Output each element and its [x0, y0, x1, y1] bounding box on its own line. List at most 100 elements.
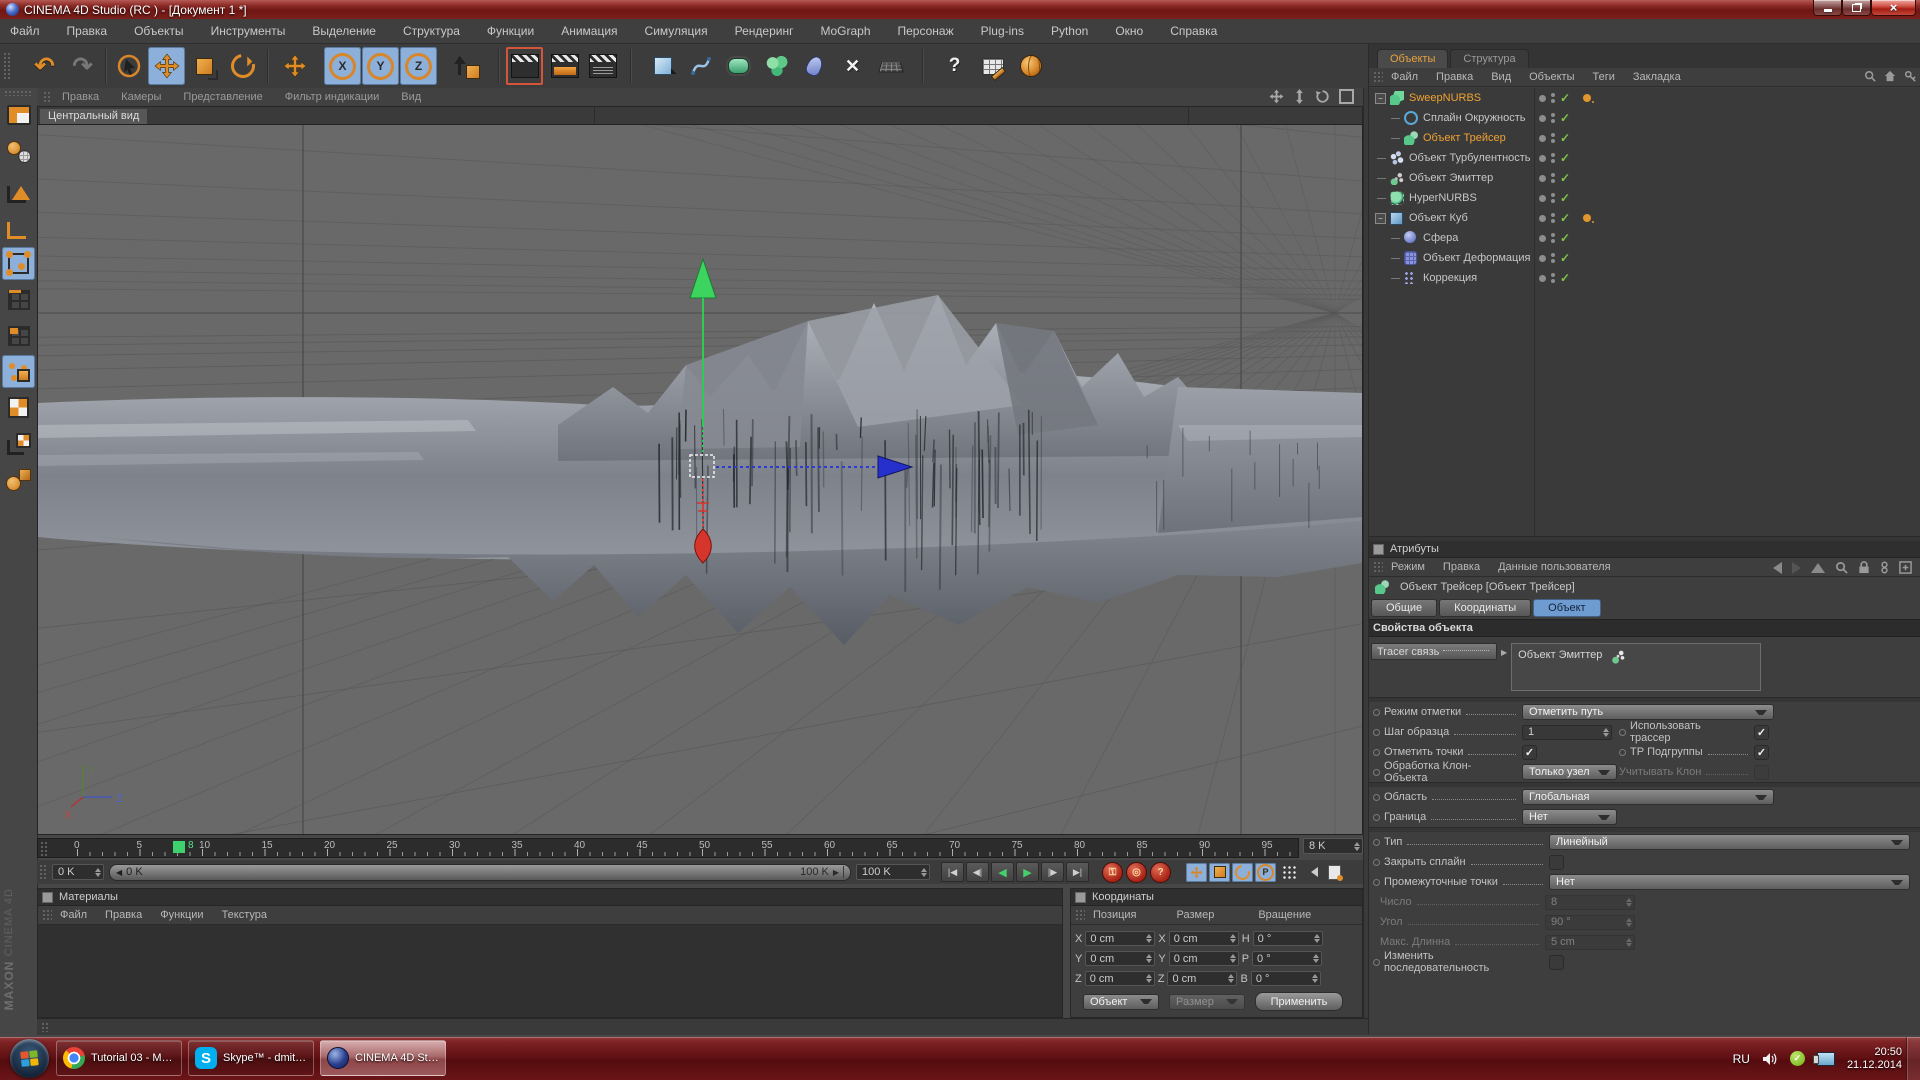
om-menu-tags[interactable]: Теги [1593, 71, 1615, 83]
layer-dot[interactable] [1539, 215, 1546, 222]
keying-settings-button[interactable] [1324, 863, 1345, 882]
tree-item-turbulence[interactable]: Объект Турбулентность ✓ [1369, 148, 1920, 168]
consider-clone-checkbox[interactable] [1754, 765, 1769, 780]
enabled-check[interactable]: ✓ [1560, 251, 1570, 265]
menu-edit[interactable]: Правка [67, 24, 108, 38]
menu-file[interactable]: Файл [10, 24, 40, 38]
reverse-sequence-checkbox[interactable] [1549, 955, 1564, 970]
language-indicator[interactable]: RU [1733, 1052, 1750, 1066]
taskbar-app-skype[interactable]: S Skype™ - dmitriy.... [188, 1040, 314, 1076]
volume-icon[interactable] [1762, 1052, 1778, 1066]
goto-end-button[interactable]: ▶| [1066, 862, 1089, 882]
visibility-toggles[interactable] [1551, 113, 1555, 123]
menu-structure[interactable]: Структура [403, 24, 460, 38]
menu-render[interactable]: Рендеринг [735, 24, 794, 38]
max-length-spinner[interactable]: 5 cm [1545, 935, 1635, 950]
live-selection-button[interactable] [110, 47, 147, 85]
materials-list-area[interactable] [38, 925, 1062, 1017]
sample-step-spinner[interactable]: 1 [1522, 725, 1612, 740]
taskbar-clock[interactable]: 20:50 21.12.2014 [1847, 1046, 1902, 1072]
menu-character[interactable]: Персонаж [898, 24, 954, 38]
add-floor-button[interactable] [872, 47, 909, 85]
tab-object[interactable]: Объект [1533, 599, 1600, 617]
tree-item-sweepnurbs[interactable]: − SweepNURBS ✓ [1369, 88, 1920, 108]
model-mode-button[interactable] [2, 175, 35, 208]
tp-subgroups-checkbox[interactable]: ✓ [1754, 745, 1769, 760]
current-frame-spinner[interactable]: 0 K [52, 864, 104, 880]
visibility-toggles[interactable] [1551, 173, 1555, 183]
scale-tool-button[interactable] [186, 47, 223, 85]
collapse-icon[interactable]: − [1375, 93, 1386, 104]
visibility-toggles[interactable] [1551, 93, 1555, 103]
search-icon[interactable] [1835, 561, 1848, 574]
undo-button[interactable]: ↶ [26, 47, 63, 85]
sound-button[interactable] [1301, 863, 1322, 882]
enabled-check[interactable]: ✓ [1560, 151, 1570, 165]
visibility-toggles[interactable] [1551, 133, 1555, 143]
rotation-p-field[interactable]: 0 ° [1252, 951, 1322, 966]
om-menu-file[interactable]: Файл [1391, 71, 1418, 83]
visibility-toggles[interactable] [1551, 213, 1555, 223]
attr-menu-userdata[interactable]: Данные пользователя [1498, 561, 1610, 573]
position-y-field[interactable]: 0 cm [1085, 951, 1155, 966]
home-icon[interactable] [1884, 70, 1896, 82]
materials-menu-functions[interactable]: Функции [160, 909, 203, 921]
convert-object-button[interactable] [2, 135, 35, 168]
key-position-button[interactable] [1186, 863, 1207, 882]
link-icon[interactable] [1880, 561, 1889, 574]
enabled-check[interactable]: ✓ [1560, 231, 1570, 245]
polygon-mode-button[interactable] [2, 319, 35, 352]
next-key-button[interactable]: |▶ [1041, 862, 1064, 882]
menu-help[interactable]: Справка [1170, 24, 1217, 38]
layer-dot[interactable] [1539, 195, 1546, 202]
tray-app-icon[interactable]: ✓ [1790, 1051, 1805, 1066]
scope-dropdown[interactable]: Глобальная [1522, 789, 1774, 805]
om-menu-objects[interactable]: Объекты [1529, 71, 1574, 83]
number-spinner[interactable]: 8 [1545, 895, 1635, 910]
search-icon[interactable] [1864, 70, 1876, 82]
menu-simulation[interactable]: Симуляция [645, 24, 708, 38]
layer-dot[interactable] [1539, 95, 1546, 102]
materials-menu-handle[interactable] [42, 909, 52, 921]
viewport-menu-display[interactable]: Представление [183, 91, 262, 103]
visibility-toggles[interactable] [1551, 253, 1555, 263]
attr-menu-edit[interactable]: Правка [1443, 561, 1480, 573]
previous-key-button[interactable]: ◀| [966, 862, 989, 882]
materials-menu-texture[interactable]: Текстура [222, 909, 267, 921]
render-picture-viewer-button[interactable] [546, 47, 583, 85]
lock-x-button[interactable]: X [324, 47, 361, 85]
restore-button[interactable] [1842, 0, 1871, 16]
expand-arrow-icon[interactable]: ▶ [1501, 648, 1507, 657]
mark-points-checkbox[interactable]: ✓ [1522, 745, 1537, 760]
uv-points-mode-button[interactable] [2, 355, 35, 388]
traced-surface-mesh[interactable] [38, 295, 1362, 645]
enabled-check[interactable]: ✓ [1560, 91, 1570, 105]
key-parameter-button[interactable]: P [1255, 863, 1276, 882]
menu-objects[interactable]: Объекты [134, 24, 184, 38]
position-x-field[interactable]: 0 cm [1085, 931, 1155, 946]
coordinate-mode-dropdown[interactable]: Объект [1083, 994, 1159, 1010]
timeline-ruler[interactable]: 0510152025303540455055606570758085909510… [37, 838, 1299, 858]
render-view-button[interactable] [506, 47, 543, 85]
apply-button[interactable]: Применить [1255, 992, 1343, 1011]
materials-menu-edit[interactable]: Правка [105, 909, 142, 921]
layer-dot[interactable] [1539, 235, 1546, 242]
enabled-check[interactable]: ✓ [1560, 271, 1570, 285]
y-axis-arrow[interactable] [690, 259, 716, 298]
menu-plugins[interactable]: Plug-ins [981, 24, 1024, 38]
minimize-button[interactable] [1813, 0, 1842, 16]
rotate-tool-button[interactable] [224, 47, 261, 85]
object-manager-handle[interactable] [1373, 71, 1383, 83]
move-tool-button[interactable] [148, 47, 185, 85]
title-bar[interactable]: CINEMA 4D Studio (RC ) - [Документ 1 *] … [0, 0, 1920, 19]
current-frame-marker[interactable] [173, 841, 185, 853]
menu-functions[interactable]: Функции [487, 24, 534, 38]
viewport-menu-handle[interactable] [43, 91, 52, 103]
tree-item-cube[interactable]: − Объект Куб ✓ [1369, 208, 1920, 228]
last-tool-button[interactable] [276, 47, 313, 85]
materials-panel-icon[interactable] [42, 892, 53, 903]
add-modeling-button[interactable] [758, 47, 795, 85]
viewport-canvas[interactable]: Y Z X [37, 124, 1363, 835]
keyframe-selection-button[interactable]: ? [1150, 862, 1171, 883]
redo-button[interactable]: ↷ [64, 47, 101, 85]
